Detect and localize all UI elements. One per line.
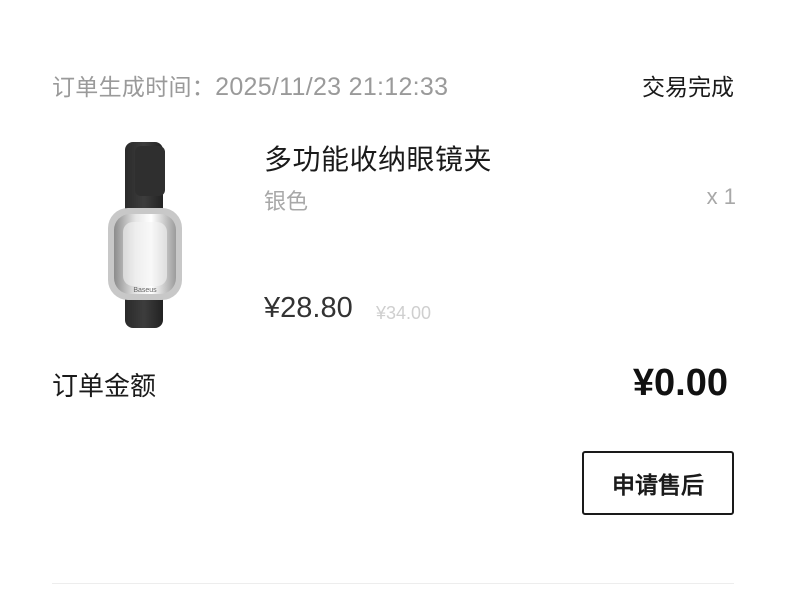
product-original-price: ¥34.00 bbox=[376, 303, 432, 323]
product-variant: 银色 bbox=[264, 190, 309, 215]
order-header: 订单生成时间：2025/11/23 21:12:33 交易完成 bbox=[52, 68, 734, 102]
order-time: 订单生成时间：2025/11/23 21:12:33 bbox=[52, 68, 448, 102]
order-time-value: 2025/11/23 21:12:33 bbox=[215, 73, 449, 101]
product-title[interactable]: 多功能收纳眼镜夹 bbox=[264, 138, 492, 178]
order-amount-label: 订单金额 bbox=[52, 372, 157, 402]
order-status: 交易完成 bbox=[642, 75, 734, 101]
product-brand-text: Baseus bbox=[133, 287, 157, 294]
product-image[interactable]: Baseus bbox=[105, 140, 193, 330]
order-time-label: 订单生成时间： bbox=[52, 75, 216, 101]
product-quantity: x 1 bbox=[706, 184, 736, 209]
order-amount-value: ¥0.00 bbox=[632, 362, 728, 404]
after-sale-button[interactable]: 申请售后 bbox=[582, 451, 734, 515]
product-price: ¥28.80 bbox=[264, 292, 353, 324]
divider bbox=[52, 583, 734, 584]
glasses-clip-icon: Baseus bbox=[108, 142, 182, 328]
